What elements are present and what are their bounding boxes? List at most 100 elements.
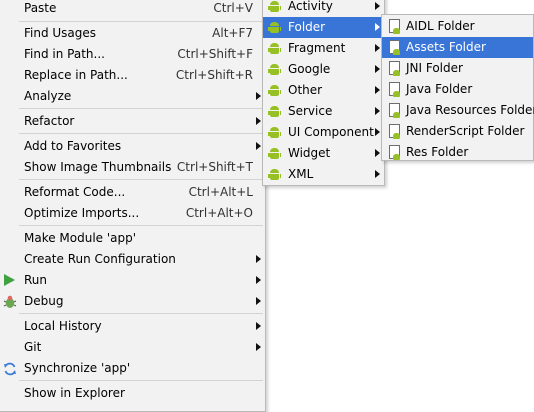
submenu-arrow-icon xyxy=(256,343,261,351)
android-icon xyxy=(268,0,281,13)
android-icon xyxy=(268,21,281,34)
folder-item-label: Java Folder xyxy=(406,82,473,96)
menu-separator xyxy=(19,380,263,381)
submenu-item-fragment[interactable]: Fragment xyxy=(263,38,384,59)
menu-item-optimize-imports[interactable]: Optimize Imports... Ctrl+Alt+O xyxy=(0,203,265,224)
menu-item-git[interactable]: Git xyxy=(0,337,265,358)
submenu-item-activity[interactable]: Activity xyxy=(263,0,384,17)
shortcut-label: Ctrl+Shift+T xyxy=(176,160,253,174)
shortcut-label: Ctrl+Shift+F xyxy=(177,47,253,61)
submenu-arrow-icon xyxy=(375,128,380,136)
menu-item-paste[interactable]: Paste Ctrl+V xyxy=(0,0,265,19)
menu-item-local-history[interactable]: Local History xyxy=(0,316,265,337)
menu-item-label: Show in Explorer xyxy=(24,386,125,400)
menu-item-label: Refactor xyxy=(24,114,75,128)
android-folder-icon xyxy=(388,103,400,118)
menu-item-add-to-favorites[interactable]: Add to Favorites xyxy=(0,136,265,157)
submenu-arrow-icon xyxy=(256,92,261,100)
submenu-arrow-icon xyxy=(256,297,261,305)
folder-submenu: AIDL Folder Assets Folder JNI Folder Jav… xyxy=(381,14,534,161)
menu-item-label: Git xyxy=(24,340,42,354)
menu-item-label: Show Image Thumbnails xyxy=(24,160,172,174)
android-folder-icon xyxy=(388,61,400,76)
shortcut-label: Ctrl+V xyxy=(213,1,253,15)
submenu-arrow-icon xyxy=(375,44,380,52)
submenu-item-widget[interactable]: Widget xyxy=(263,143,384,164)
debug-icon xyxy=(3,295,17,309)
run-icon xyxy=(4,274,15,286)
menu-item-label: Reformat Code... xyxy=(24,185,126,199)
submenu-item-folder[interactable]: Folder xyxy=(263,17,384,38)
menu-item-run[interactable]: Run xyxy=(0,270,265,291)
menu-separator xyxy=(19,21,263,22)
submenu-arrow-icon xyxy=(375,86,380,94)
menu-item-label: Debug xyxy=(24,294,64,308)
folder-item-assets[interactable]: Assets Folder xyxy=(382,37,533,58)
menu-item-label: Optimize Imports... xyxy=(24,206,140,220)
new-submenu: Activity Folder Fragment Google Other Se… xyxy=(262,0,385,186)
android-folder-icon xyxy=(388,19,400,34)
android-folder-icon xyxy=(388,40,400,55)
submenu-item-xml[interactable]: XML xyxy=(263,164,384,185)
sync-icon xyxy=(3,362,17,376)
shortcut-label: Alt+F7 xyxy=(212,26,253,40)
menu-item-synchronize[interactable]: Synchronize 'app' xyxy=(0,358,265,379)
submenu-item-label: Other xyxy=(288,83,323,97)
folder-item-label: JNI Folder xyxy=(406,61,463,75)
menu-item-analyze[interactable]: Analyze xyxy=(0,86,265,107)
menu-item-label: Find in Path... xyxy=(24,47,105,61)
folder-item-java-resources[interactable]: Java Resources Folder xyxy=(382,100,534,121)
android-icon xyxy=(268,84,281,97)
submenu-item-google[interactable]: Google xyxy=(263,59,384,80)
submenu-arrow-icon xyxy=(375,2,380,10)
menu-item-show-image-thumbnails[interactable]: Show Image Thumbnails Ctrl+Shift+T xyxy=(0,157,265,178)
menu-separator xyxy=(19,108,263,109)
submenu-item-label: Folder xyxy=(288,20,326,34)
submenu-item-label: Activity xyxy=(288,0,333,13)
menu-item-show-in-explorer[interactable]: Show in Explorer xyxy=(0,383,265,404)
menu-item-debug[interactable]: Debug xyxy=(0,291,265,312)
menu-item-create-run-configuration[interactable]: Create Run Configuration xyxy=(0,249,265,270)
folder-item-aidl[interactable]: AIDL Folder xyxy=(382,16,533,37)
android-icon xyxy=(268,105,281,118)
shortcut-label: Ctrl+Shift+R xyxy=(175,68,253,82)
menu-item-label: Run xyxy=(24,273,48,287)
submenu-arrow-icon xyxy=(256,117,261,125)
menu-item-reformat-code[interactable]: Reformat Code... Ctrl+Alt+L xyxy=(0,182,265,203)
folder-item-java[interactable]: Java Folder xyxy=(382,79,533,100)
android-folder-icon xyxy=(388,82,400,97)
submenu-item-ui-component[interactable]: UI Component xyxy=(263,122,384,143)
folder-item-renderscript[interactable]: RenderScript Folder xyxy=(382,121,533,142)
menu-item-label: Add to Favorites xyxy=(24,139,122,153)
menu-item-find-in-path[interactable]: Find in Path... Ctrl+Shift+F xyxy=(0,44,265,65)
android-icon xyxy=(268,168,281,181)
submenu-arrow-icon xyxy=(375,107,380,115)
submenu-item-other[interactable]: Other xyxy=(263,80,384,101)
folder-item-label: RenderScript Folder xyxy=(406,124,525,138)
folder-item-label: AIDL Folder xyxy=(406,19,475,33)
menu-separator xyxy=(19,225,263,226)
menu-item-replace-in-path[interactable]: Replace in Path... Ctrl+Shift+R xyxy=(0,65,265,86)
submenu-item-label: Service xyxy=(288,104,333,118)
submenu-item-label: Fragment xyxy=(288,41,346,55)
submenu-item-service[interactable]: Service xyxy=(263,101,384,122)
menu-item-label: Synchronize 'app' xyxy=(24,361,131,375)
folder-item-jni[interactable]: JNI Folder xyxy=(382,58,533,79)
folder-item-label: Java Resources Folder xyxy=(406,103,534,117)
android-icon xyxy=(268,126,281,139)
submenu-arrow-icon xyxy=(375,170,380,178)
menu-item-make-module[interactable]: Make Module 'app' xyxy=(0,228,265,249)
android-folder-icon xyxy=(388,124,400,139)
folder-item-res[interactable]: Res Folder xyxy=(382,142,533,163)
menu-separator xyxy=(19,313,263,314)
shortcut-label: Ctrl+Alt+O xyxy=(185,206,253,220)
menu-item-label: Paste xyxy=(24,1,57,15)
submenu-item-label: Widget xyxy=(288,146,331,160)
submenu-arrow-icon xyxy=(375,65,380,73)
menu-item-find-usages[interactable]: Find Usages Alt+F7 xyxy=(0,23,265,44)
submenu-arrow-icon xyxy=(256,276,261,284)
android-icon xyxy=(268,147,281,160)
menu-item-refactor[interactable]: Refactor xyxy=(0,111,265,132)
folder-item-label: Assets Folder xyxy=(406,40,486,54)
context-menu: Paste Ctrl+V Find Usages Alt+F7 Find in … xyxy=(0,0,266,412)
